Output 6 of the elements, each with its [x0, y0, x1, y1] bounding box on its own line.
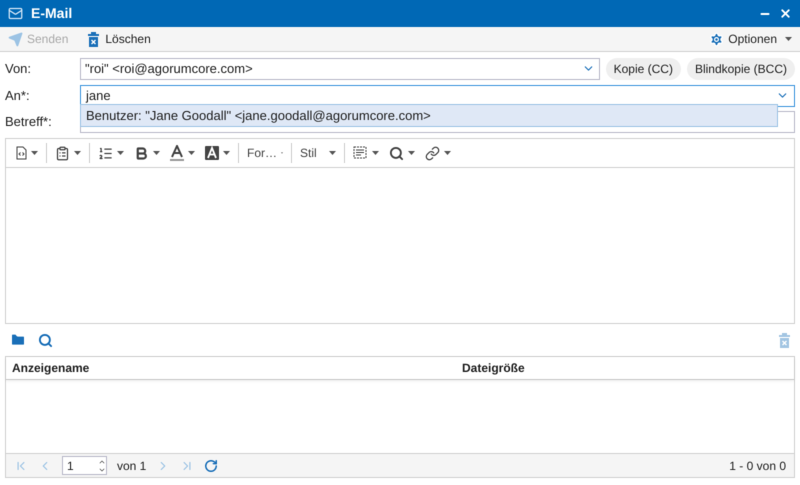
subject-label: Betreff*: — [5, 112, 53, 131]
page-count: von 1 — [117, 458, 146, 474]
to-label: An*: — [5, 86, 31, 105]
window-title: E-Mail — [31, 4, 72, 23]
from-label: Von: — [5, 60, 32, 78]
record-summary: 1 - 0 von 0 — [729, 458, 786, 474]
